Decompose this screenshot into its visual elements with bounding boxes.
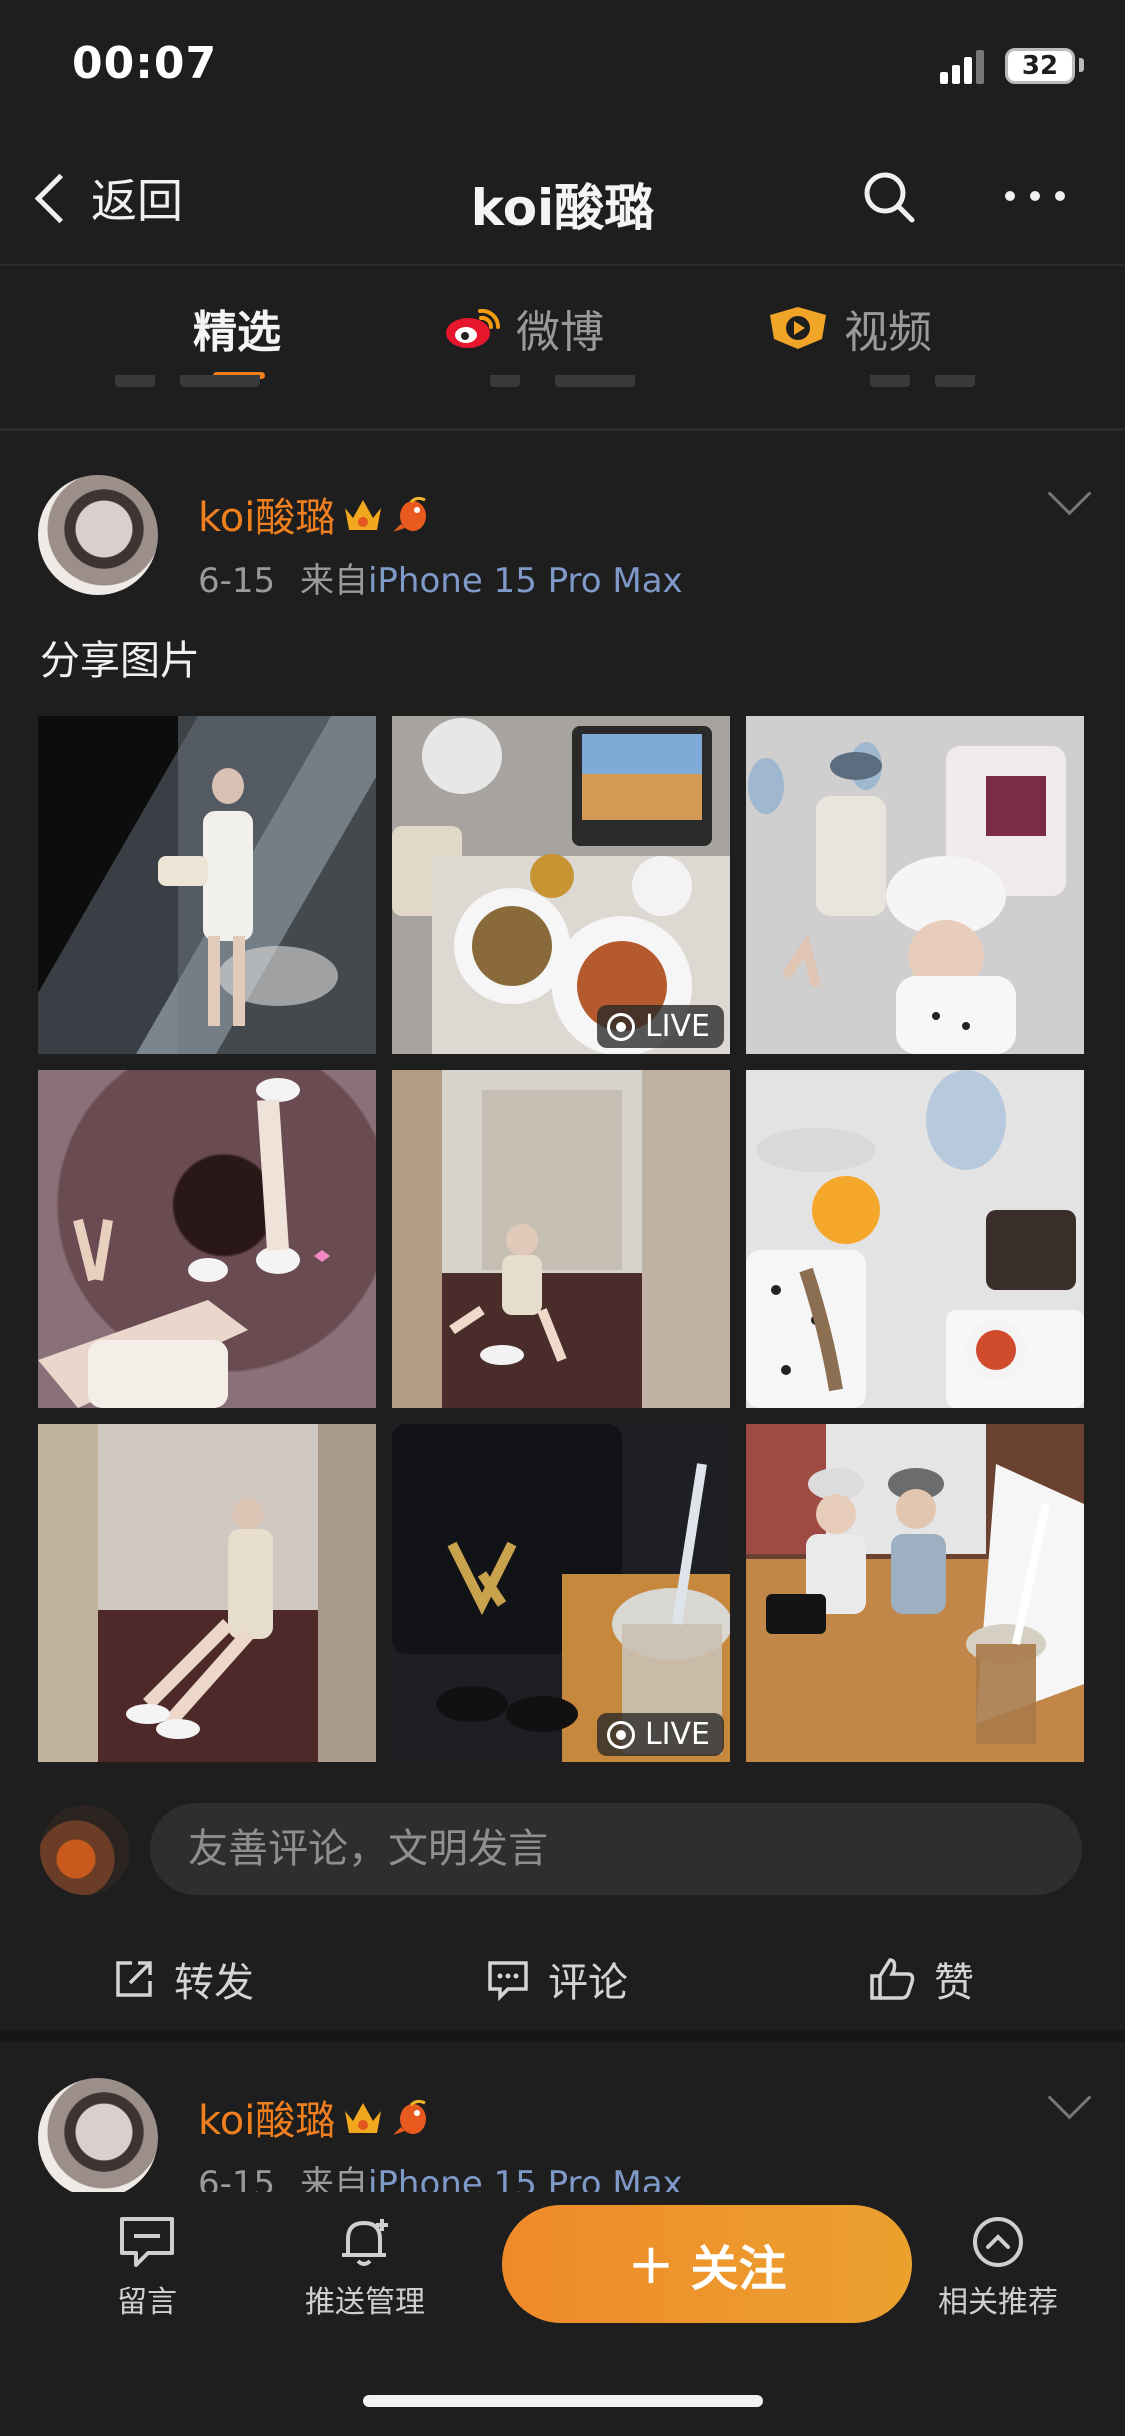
live-badge: LIVE: [596, 1713, 724, 1756]
post-separator: [0, 2030, 1125, 2042]
live-label: LIVE: [644, 1717, 710, 1752]
home-indicator[interactable]: [363, 2395, 763, 2407]
tab-video[interactable]: 视频: [766, 296, 932, 360]
more-options-icon[interactable]: [1000, 176, 1070, 216]
post-source-link[interactable]: iPhone 15 Pro Max: [368, 561, 683, 601]
tab-weibo[interactable]: 微博: [444, 296, 604, 360]
photo-6[interactable]: [746, 1070, 1084, 1408]
my-avatar[interactable]: [40, 1805, 130, 1895]
comment-label: 评论: [548, 1960, 628, 2006]
post-author-name: koi酸璐: [198, 495, 336, 541]
search-icon[interactable]: [862, 170, 916, 224]
repost-button[interactable]: 转发: [112, 1950, 254, 2008]
vip-crown-icon: [345, 500, 382, 530]
photo-5[interactable]: [392, 1070, 730, 1408]
video-play-icon: [770, 307, 826, 349]
section-divider: [0, 428, 1125, 431]
live-photo-icon: [606, 1012, 635, 1041]
koi-fish-icon: [393, 496, 427, 532]
message-label: 留言: [117, 2285, 177, 2320]
plus-icon: +: [627, 2231, 675, 2297]
comment-button[interactable]: 评论: [486, 1950, 628, 2008]
live-label: LIVE: [644, 1009, 710, 1044]
photo-4[interactable]: [38, 1070, 376, 1408]
live-badge: LIVE: [596, 1005, 724, 1048]
nav-divider: [0, 264, 1125, 266]
post-author-name: koi酸璐: [198, 2098, 336, 2144]
post-author[interactable]: koi酸璐: [198, 2088, 435, 2146]
post-source-prefix: 来自: [299, 561, 368, 601]
photo-8[interactable]: LIVE: [392, 1424, 730, 1762]
vip-crown-icon: [345, 2103, 382, 2133]
message-button[interactable]: 留言: [62, 2215, 232, 2321]
like-button[interactable]: 赞: [868, 1950, 974, 2008]
related-label: 相关推荐: [938, 2285, 1058, 2320]
avatar[interactable]: [38, 475, 158, 595]
tab-featured-label: 精选: [193, 307, 281, 358]
message-icon: [120, 2217, 174, 2267]
post-date: 6-15: [198, 561, 276, 601]
repost-label: 转发: [174, 1960, 254, 2006]
battery-icon: 32: [1005, 48, 1075, 84]
photo-1[interactable]: [38, 716, 376, 1054]
sub-tab-row-partial: [0, 375, 1125, 397]
avatar[interactable]: [38, 2078, 158, 2198]
comment-icon: [488, 1961, 528, 2001]
tab-weibo-label: 微博: [516, 307, 604, 358]
like-label: 赞: [934, 1960, 974, 2006]
photo-3[interactable]: [746, 716, 1084, 1054]
push-settings-button[interactable]: 推送管理: [280, 2215, 450, 2321]
tab-featured[interactable]: 精选: [193, 296, 281, 360]
chevron-down-icon[interactable]: [1047, 2075, 1092, 2120]
chevron-up-circle-icon: [973, 2217, 1023, 2267]
tab-video-label: 视频: [844, 307, 932, 358]
related-recommendations-button[interactable]: 相关推荐: [913, 2215, 1083, 2321]
photo-2[interactable]: LIVE: [392, 716, 730, 1054]
status-time: 00:07: [72, 38, 218, 89]
weibo-logo-icon: [446, 308, 501, 348]
bell-plus-icon: [342, 2219, 388, 2266]
repost-icon: [116, 1961, 152, 1997]
comment-input[interactable]: 友善评论，文明发言: [150, 1803, 1082, 1895]
cellular-signal-icon: [940, 48, 984, 84]
post-text: 分享图片: [40, 638, 200, 684]
page-title: koi酸璐: [470, 179, 655, 237]
photo-9[interactable]: [746, 1424, 1084, 1762]
follow-label: 关注: [690, 2241, 787, 2297]
thumbs-up-icon: [870, 1958, 915, 2000]
follow-button[interactable]: + 关注: [502, 2205, 912, 2323]
koi-fish-icon: [393, 2099, 427, 2135]
photo-7[interactable]: [38, 1424, 376, 1762]
push-settings-label: 推送管理: [305, 2285, 425, 2320]
chevron-down-icon[interactable]: [1047, 471, 1092, 516]
battery-tip: [1079, 58, 1084, 72]
post-author[interactable]: koi酸璐: [198, 485, 435, 543]
live-photo-icon: [606, 1720, 635, 1749]
post-meta: 6-15 来自iPhone 15 Pro Max: [198, 553, 683, 602]
